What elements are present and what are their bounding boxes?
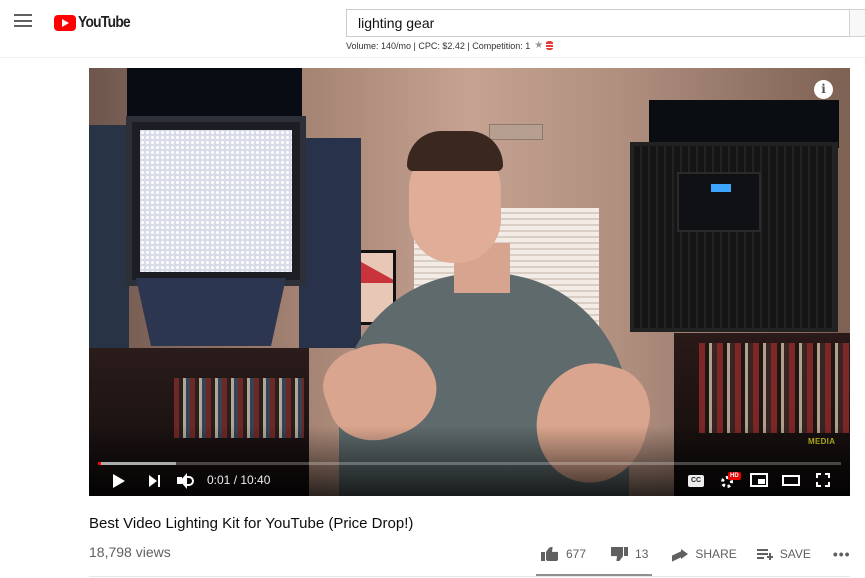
star-icon[interactable]: ★ <box>534 40 543 51</box>
fullscreen-icon[interactable] <box>816 473 830 487</box>
dislike-button[interactable]: 13 <box>610 547 648 561</box>
play-icon[interactable] <box>113 474 125 488</box>
led-light-panel <box>126 116 306 286</box>
thumbs-down-icon <box>610 547 628 561</box>
youtube-logo[interactable]: YouTube <box>54 13 138 33</box>
like-button[interactable]: 677 <box>541 547 586 561</box>
share-arrow-icon <box>672 548 689 560</box>
save-label: SAVE <box>779 547 811 561</box>
keyword-stats-text: Volume: 140/mo | CPC: $2.42 | Competitio… <box>346 40 531 51</box>
more-actions-icon[interactable]: ••• <box>833 546 851 562</box>
search-button[interactable] <box>849 9 865 37</box>
video-actions: 677 13 SHARE SAVE ••• <box>541 545 851 563</box>
theater-mode-icon[interactable] <box>782 475 800 486</box>
played-bar <box>98 462 101 465</box>
database-icon[interactable] <box>546 41 554 50</box>
masthead: YouTube Volume: 140/mo | CPC: $2.42 | Co… <box>0 0 865 58</box>
logo-text: YouTube <box>78 14 131 31</box>
hamburger-menu-icon[interactable] <box>14 14 32 30</box>
view-count: 18,798 views <box>89 544 171 560</box>
share-button[interactable]: SHARE <box>672 547 737 561</box>
buffered-bar <box>98 462 176 465</box>
next-icon[interactable] <box>149 475 161 487</box>
video-title: Best Video Lighting Kit for YouTube (Pri… <box>89 515 414 532</box>
youtube-play-logo-icon <box>54 15 76 31</box>
right-light-panel <box>630 142 838 332</box>
cc-icon[interactable]: CC <box>688 475 704 487</box>
light-control-box <box>677 172 761 232</box>
hd-badge: HD <box>728 472 741 480</box>
miniplayer-icon[interactable] <box>750 473 768 487</box>
volume-icon[interactable] <box>177 473 197 489</box>
save-button[interactable]: SAVE <box>756 547 811 561</box>
settings-icon[interactable]: HD <box>721 472 741 488</box>
ceiling-vent <box>489 124 543 140</box>
divider <box>89 576 850 577</box>
video-player[interactable]: i MEDIA 0:01 / 10:40 CC HD <box>89 68 850 496</box>
progress-bar[interactable] <box>98 462 841 465</box>
time-display: 0:01 / 10:40 <box>207 473 271 487</box>
playlist-add-icon <box>756 548 773 560</box>
like-count: 677 <box>566 547 587 561</box>
info-icon[interactable]: i <box>814 80 833 99</box>
search-input[interactable] <box>346 9 850 37</box>
keyword-stats: Volume: 140/mo | CPC: $2.42 | Competitio… <box>346 40 554 51</box>
controls-gradient <box>89 426 850 496</box>
thumbs-up-icon <box>541 547 559 561</box>
share-label: SHARE <box>695 547 737 561</box>
dislike-count: 13 <box>635 547 649 561</box>
